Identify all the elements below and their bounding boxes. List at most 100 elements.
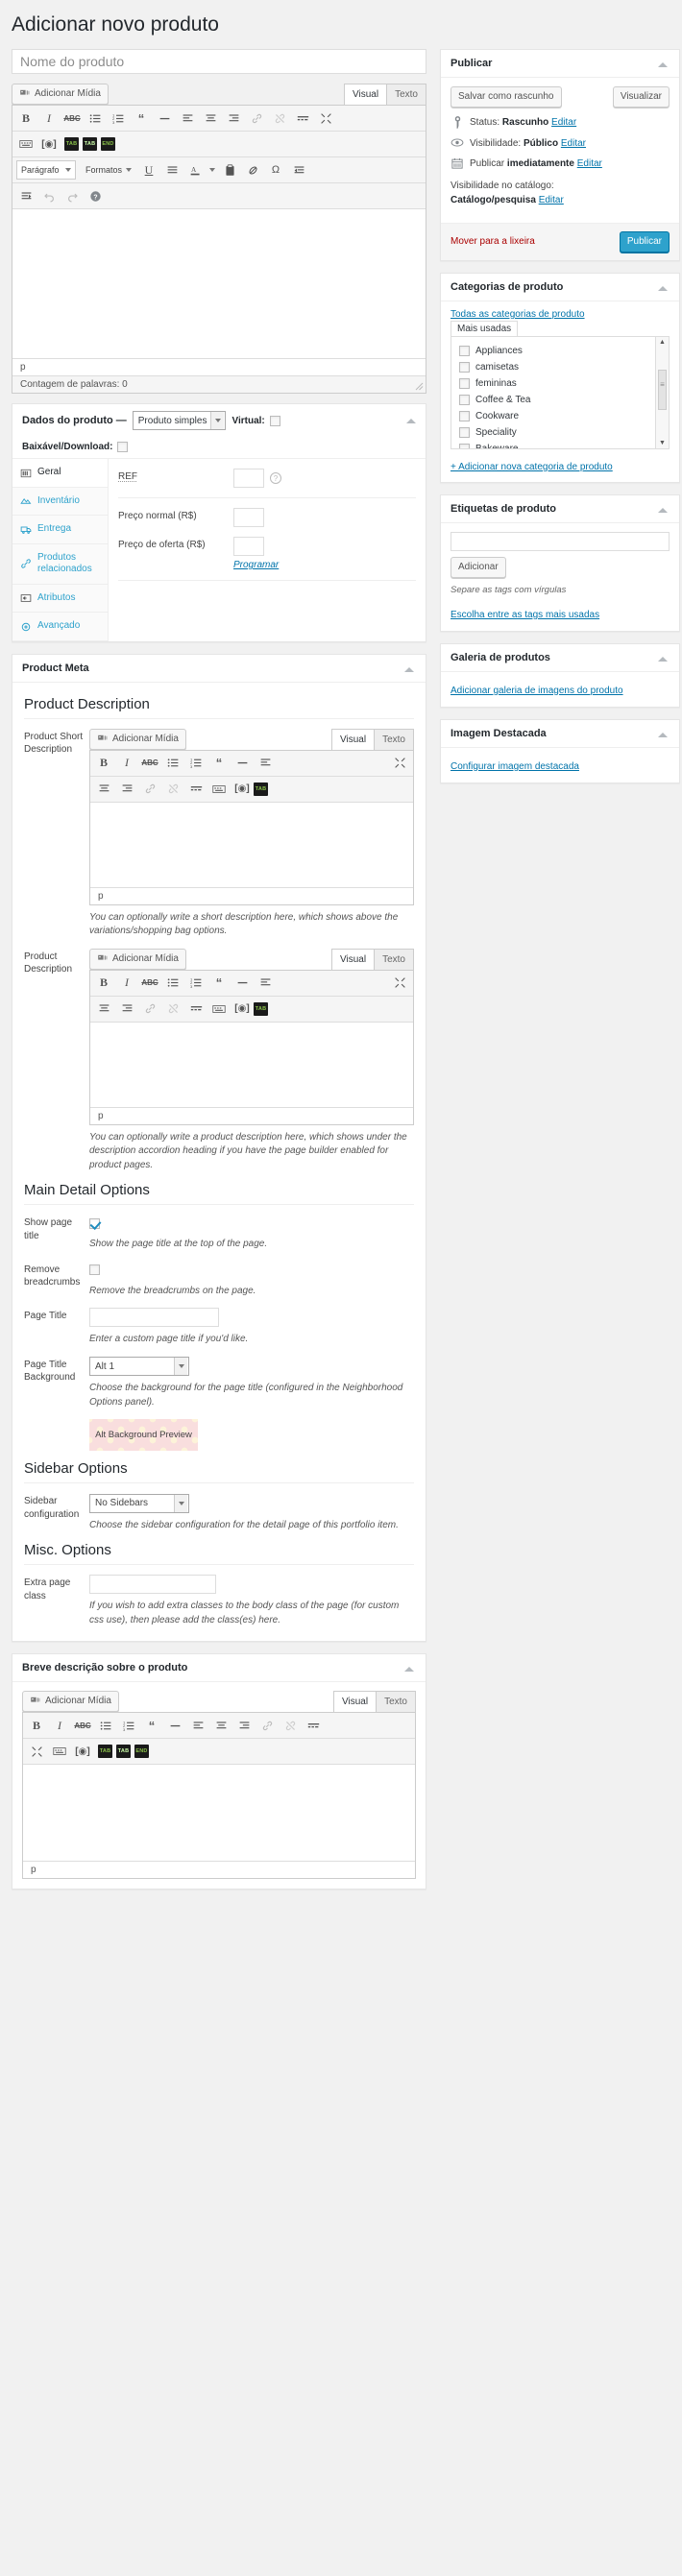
resize-handle-icon[interactable]	[414, 381, 424, 391]
tab-geral[interactable]: Geral	[12, 459, 108, 488]
category-checkbox[interactable]	[459, 361, 470, 373]
category-item[interactable]: Bakeware	[455, 441, 651, 448]
shortcode-icon[interactable]: [◉]	[71, 1741, 94, 1762]
underline-icon[interactable]: U	[137, 159, 160, 181]
toggle-panel-icon[interactable]	[402, 1661, 416, 1674]
tab-end-icon[interactable]: END	[134, 1745, 149, 1759]
remove-breadcrumbs-checkbox[interactable]	[89, 1264, 100, 1276]
formats-menu[interactable]: Formatos	[80, 165, 137, 175]
keyboard-shortcuts-icon[interactable]	[14, 133, 37, 155]
tab-visual[interactable]: Visual	[333, 1691, 378, 1713]
remove-link-icon[interactable]	[161, 999, 184, 1020]
toggle-panel-icon[interactable]	[656, 57, 670, 70]
align-left-icon[interactable]	[186, 1715, 209, 1736]
toggle-panel-icon[interactable]	[656, 651, 670, 664]
category-checkbox[interactable]	[459, 345, 470, 356]
toggle-panel-icon[interactable]	[656, 280, 670, 294]
tab-visual[interactable]: Visual	[331, 728, 376, 750]
tab-inventario[interactable]: Inventário	[12, 488, 108, 517]
fullscreen-icon[interactable]	[388, 973, 411, 994]
numbered-list-icon[interactable]: 123	[107, 108, 130, 129]
paste-as-text-icon[interactable]	[218, 159, 241, 181]
horizontal-rule-icon[interactable]	[153, 108, 176, 129]
toggle-panel-icon[interactable]	[656, 727, 670, 740]
bulleted-list-icon[interactable]	[94, 1715, 117, 1736]
undo-icon[interactable]	[37, 185, 61, 206]
align-left-icon[interactable]	[176, 108, 199, 129]
remove-link-icon[interactable]	[279, 1715, 302, 1736]
insert-link-icon[interactable]	[138, 999, 161, 1020]
justify-icon[interactable]	[160, 159, 183, 181]
insert-link-icon[interactable]	[138, 779, 161, 800]
category-item[interactable]: Speciality	[455, 424, 651, 441]
add-product-gallery-link[interactable]: Adicionar galeria de imagens do produto	[451, 686, 623, 696]
bulleted-list-icon[interactable]	[161, 753, 184, 774]
align-left-icon[interactable]	[254, 973, 277, 994]
catalog-edit-link[interactable]: Editar	[539, 195, 564, 205]
redo-icon[interactable]	[61, 185, 84, 206]
set-featured-image-link[interactable]: Configurar imagem destacada	[451, 761, 579, 772]
add-media-button[interactable]: Adicionar Mídia	[22, 1691, 119, 1713]
align-left-icon[interactable]	[254, 753, 277, 774]
remove-link-icon[interactable]	[268, 108, 291, 129]
shortcode-icon[interactable]: [◉]	[231, 779, 254, 800]
tab-next-icon[interactable]: TAB	[116, 1745, 131, 1759]
category-checkbox[interactable]	[459, 426, 470, 438]
tab-visual[interactable]: Visual	[344, 84, 388, 106]
tab-text[interactable]: Texto	[374, 948, 414, 970]
shortcode-icon[interactable]: [◉]	[37, 133, 61, 155]
category-checkbox[interactable]	[459, 410, 470, 421]
fullscreen-icon[interactable]	[388, 753, 411, 774]
tab-start-icon[interactable]: TAB	[64, 137, 79, 152]
align-right-icon[interactable]	[232, 1715, 256, 1736]
italic-icon[interactable]: I	[37, 108, 61, 129]
read-more-icon[interactable]	[291, 108, 314, 129]
strikethrough-icon[interactable]: ABC	[61, 108, 84, 129]
category-checkbox[interactable]	[459, 377, 470, 389]
bold-icon[interactable]: B	[92, 753, 115, 774]
page-title-input[interactable]	[89, 1308, 219, 1328]
status-edit-link[interactable]: Editar	[551, 117, 576, 128]
bulleted-list-icon[interactable]	[84, 108, 107, 129]
sale-price-input[interactable]	[233, 537, 264, 557]
strikethrough-icon[interactable]: ABC	[138, 753, 161, 774]
bold-icon[interactable]: B	[14, 108, 37, 129]
short-description-content-area[interactable]	[90, 802, 413, 887]
numbered-list-icon[interactable]: 123	[184, 973, 207, 994]
blockquote-icon[interactable]: “	[207, 753, 231, 774]
align-center-icon[interactable]	[199, 108, 222, 129]
tab-most-used[interactable]: Mais usadas	[451, 320, 519, 337]
category-checkbox[interactable]	[459, 443, 470, 448]
visibility-edit-link[interactable]: Editar	[561, 138, 586, 149]
description-content-area[interactable]	[90, 1022, 413, 1107]
add-new-category-link[interactable]: + Adicionar nova categoria de produto	[451, 462, 613, 472]
align-right-icon[interactable]	[222, 108, 245, 129]
align-right-icon[interactable]	[115, 779, 138, 800]
indent-icon[interactable]	[14, 185, 37, 206]
page-title-bg-select[interactable]: Alt 1	[89, 1357, 189, 1377]
keyboard-shortcuts-icon[interactable]	[48, 1741, 71, 1762]
horizontal-rule-icon[interactable]	[163, 1715, 186, 1736]
align-center-icon[interactable]	[92, 999, 115, 1020]
save-draft-button[interactable]: Salvar como rascunho	[451, 86, 562, 108]
virtual-checkbox[interactable]	[269, 415, 280, 426]
read-more-icon[interactable]	[184, 779, 207, 800]
category-item[interactable]: camisetas	[455, 359, 651, 375]
tab-start-icon[interactable]: TAB	[254, 782, 268, 796]
italic-icon[interactable]: I	[115, 973, 138, 994]
tab-start-icon[interactable]: TAB	[98, 1745, 112, 1759]
italic-icon[interactable]: I	[48, 1715, 71, 1736]
italic-icon[interactable]: I	[115, 753, 138, 774]
tab-next-icon[interactable]: TAB	[83, 137, 97, 152]
categories-scrollbar[interactable]: ▲ ▼	[655, 336, 669, 448]
text-color-chevron-icon[interactable]	[207, 159, 218, 181]
tab-produtos-relacionados[interactable]: Produtos relacionados	[12, 544, 108, 585]
clear-formatting-icon[interactable]	[241, 159, 264, 181]
sku-input[interactable]	[233, 469, 264, 489]
horizontal-rule-icon[interactable]	[231, 973, 254, 994]
blockquote-icon[interactable]: “	[140, 1715, 163, 1736]
fullscreen-icon[interactable]	[314, 108, 337, 129]
tab-text[interactable]: Texto	[374, 728, 414, 750]
schedule-sale-link[interactable]: Programar	[233, 560, 279, 570]
align-right-icon[interactable]	[115, 999, 138, 1020]
